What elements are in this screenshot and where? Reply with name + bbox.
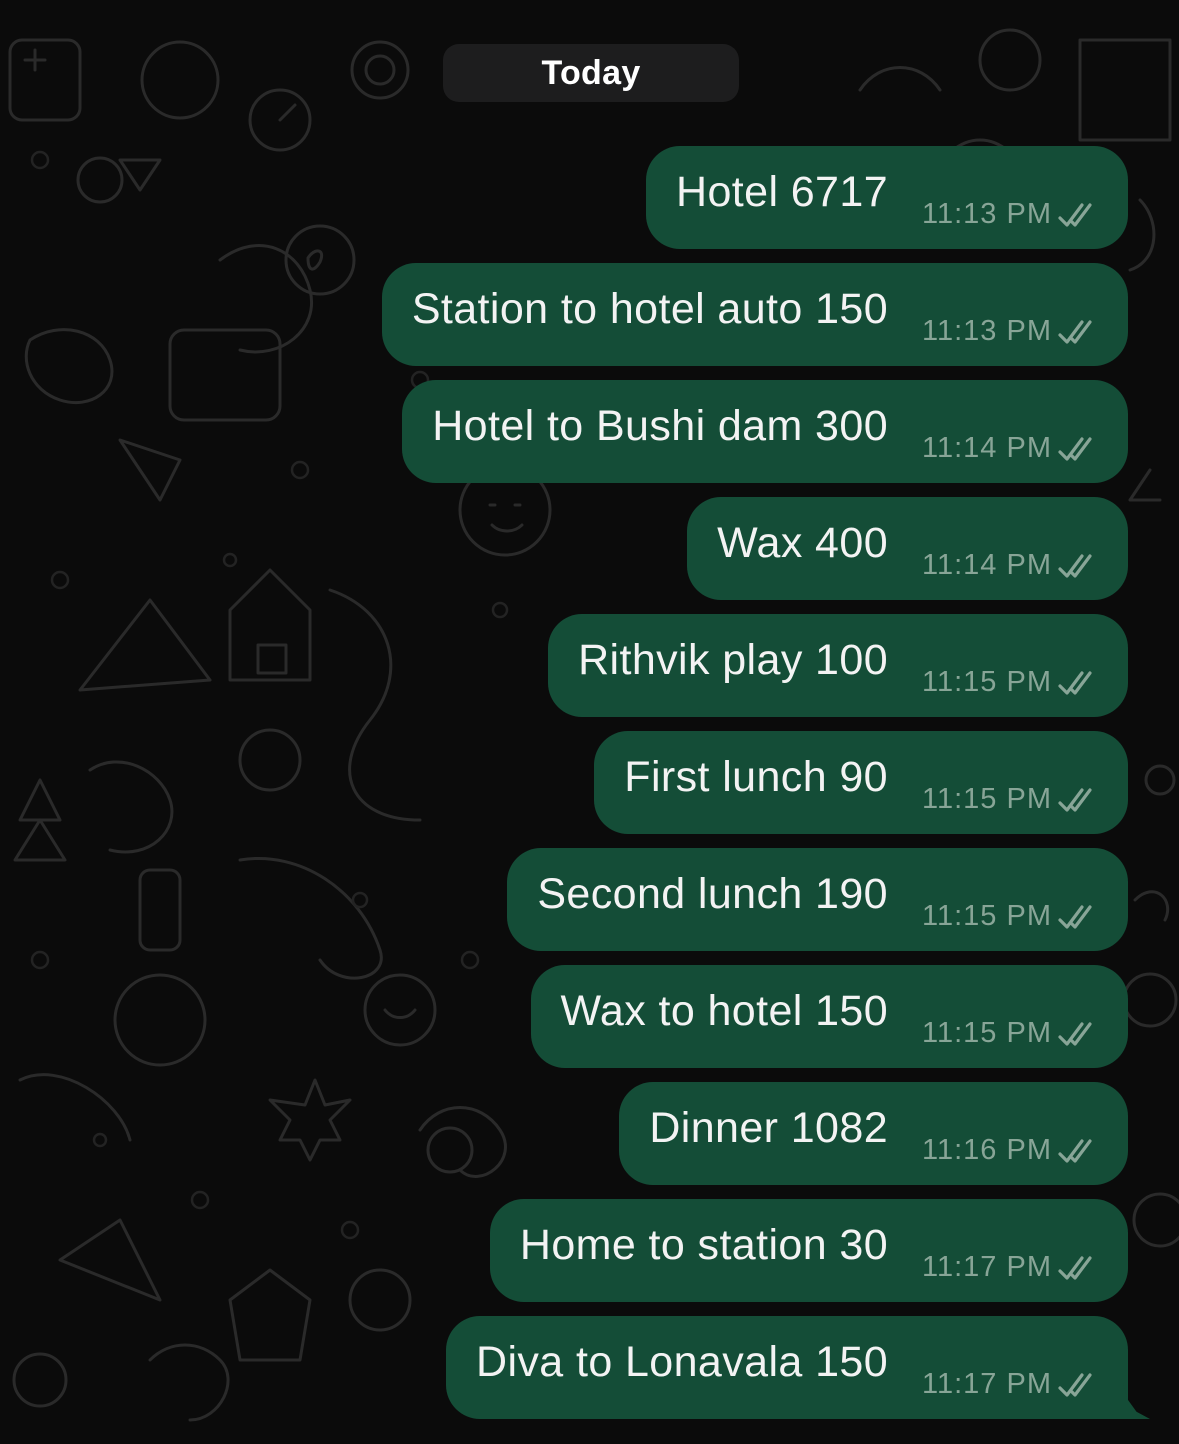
message-bubble[interactable]: Rithvik play 100 11:15 PM	[548, 614, 1128, 717]
message-time: 11:13 PM	[922, 198, 1052, 230]
message-meta: 11:13 PM	[922, 315, 1100, 348]
message-time: 11:14 PM	[922, 432, 1052, 464]
double-check-icon	[1058, 202, 1092, 227]
message-bubble[interactable]: Wax to hotel 150 11:15 PM	[530, 965, 1128, 1068]
double-check-icon	[1058, 1138, 1092, 1163]
message-bubble[interactable]: Station to hotel auto 150 11:13 PM	[381, 263, 1128, 366]
double-check-icon	[1058, 670, 1092, 695]
double-check-icon	[1058, 319, 1092, 344]
message-meta: 11:15 PM	[922, 900, 1100, 933]
message-meta: 11:14 PM	[922, 432, 1100, 465]
message-time: 11:16 PM	[922, 1134, 1052, 1166]
message-bubble[interactable]: Wax 400 11:14 PM	[687, 497, 1128, 600]
message-bubble[interactable]: Diva to Lonavala 150 11:17 PM	[446, 1316, 1128, 1419]
double-check-icon	[1058, 1021, 1092, 1046]
message-bubble[interactable]: Second lunch 190 11:15 PM	[507, 848, 1128, 951]
message-meta: 11:13 PM	[922, 198, 1100, 231]
message-meta: 11:17 PM	[922, 1251, 1100, 1284]
message-time: 11:15 PM	[922, 783, 1052, 815]
message-meta: 11:15 PM	[922, 783, 1100, 816]
message-text: Rithvik play 100	[578, 636, 889, 684]
message-bubble[interactable]: Hotel to Bushi dam 300 11:14 PM	[402, 380, 1128, 483]
message-text: Hotel 6717	[676, 168, 889, 216]
message-meta: 11:15 PM	[922, 666, 1100, 699]
message-bubble[interactable]: Hotel 6717 11:13 PM	[646, 146, 1128, 249]
message-bubble[interactable]: First lunch 90 11:15 PM	[594, 731, 1128, 834]
message-text: First lunch 90	[624, 753, 889, 801]
message-text: Diva to Lonavala 150	[476, 1338, 889, 1386]
double-check-icon	[1058, 787, 1092, 812]
double-check-icon	[1058, 1255, 1092, 1280]
message-time: 11:14 PM	[922, 549, 1052, 581]
message-text: Dinner 1082	[649, 1104, 889, 1152]
message-time: 11:15 PM	[922, 666, 1052, 698]
message-text: Home to station 30	[519, 1221, 889, 1269]
message-meta: 11:15 PM	[922, 1017, 1100, 1050]
message-text: Station to hotel auto 150	[411, 285, 889, 333]
message-list[interactable]: Hotel 6717 11:13 PM Station to hotel aut…	[381, 146, 1128, 1419]
message-time: 11:15 PM	[922, 900, 1052, 932]
message-meta: 11:16 PM	[922, 1134, 1100, 1167]
message-text: Wax to hotel 150	[560, 987, 889, 1035]
message-bubble[interactable]: Dinner 1082 11:16 PM	[619, 1082, 1128, 1185]
date-separator: Today	[443, 44, 739, 102]
message-time: 11:15 PM	[922, 1017, 1052, 1049]
message-text: Wax 400	[717, 519, 889, 567]
message-text: Hotel to Bushi dam 300	[432, 402, 889, 450]
message-meta: 11:17 PM	[922, 1368, 1100, 1401]
message-time: 11:13 PM	[922, 315, 1052, 347]
message-time: 11:17 PM	[922, 1251, 1052, 1283]
message-text: Second lunch 190	[537, 870, 889, 918]
chat-view[interactable]: Today Hotel 6717 11:13 PM Station to hot…	[0, 0, 1179, 1444]
double-check-icon	[1058, 904, 1092, 929]
message-bubble[interactable]: Home to station 30 11:17 PM	[489, 1199, 1128, 1302]
message-meta: 11:14 PM	[922, 549, 1100, 582]
message-time: 11:17 PM	[922, 1368, 1052, 1400]
double-check-icon	[1058, 436, 1092, 461]
double-check-icon	[1058, 553, 1092, 578]
double-check-icon	[1058, 1372, 1092, 1397]
